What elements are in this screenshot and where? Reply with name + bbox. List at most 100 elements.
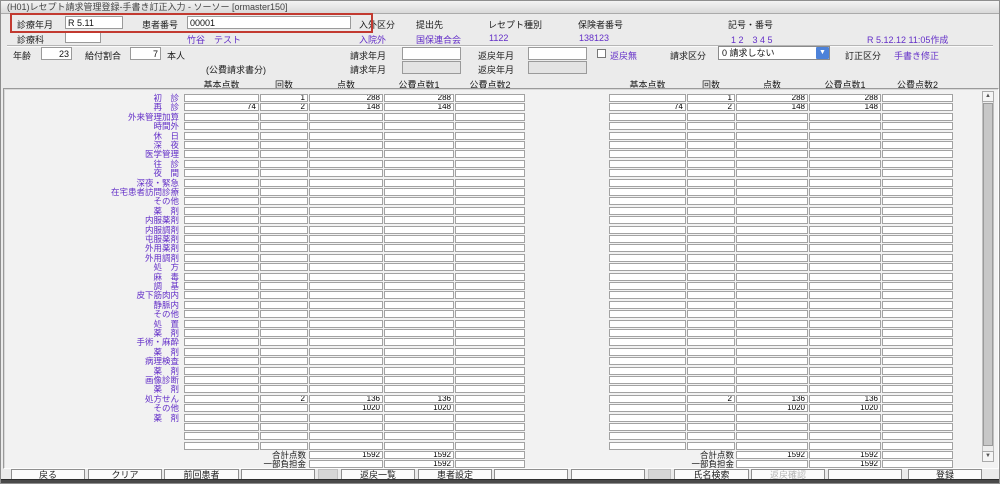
cell-tensu[interactable]	[736, 348, 808, 356]
cell-kihon-tensu[interactable]	[184, 263, 259, 271]
cell-tensu[interactable]	[736, 263, 808, 271]
cell-kihon-tensu[interactable]	[184, 254, 259, 262]
cell-kihon-tensu[interactable]	[609, 282, 686, 290]
cell-tensu[interactable]	[309, 357, 383, 365]
cell-kaisu[interactable]	[687, 357, 735, 365]
cell-kaisu[interactable]	[260, 423, 308, 431]
cell-kihon-tensu[interactable]	[609, 414, 686, 422]
cell-kohi-tensu-2[interactable]	[455, 197, 525, 205]
cell-kaisu[interactable]	[260, 141, 308, 149]
cell-kihon-tensu[interactable]: 74	[184, 103, 259, 111]
cell-kaisu[interactable]	[260, 179, 308, 187]
cell-kohi-tensu-1[interactable]	[809, 442, 881, 450]
cell-tensu[interactable]	[309, 122, 383, 130]
cell-tensu[interactable]	[309, 442, 383, 450]
cell-kohi-tensu-2[interactable]	[882, 442, 953, 450]
cell-kohi-tensu-2[interactable]	[882, 432, 953, 440]
cell-kaisu[interactable]	[687, 273, 735, 281]
cell-kohi-tensu-1[interactable]: 136	[809, 395, 881, 403]
cell-kohi-tensu-2[interactable]	[455, 310, 525, 318]
cell-kihon-tensu[interactable]	[609, 423, 686, 431]
cell-kihon-tensu[interactable]	[609, 395, 686, 403]
cell-tensu[interactable]	[309, 244, 383, 252]
cell-kohi-tensu-2[interactable]	[455, 329, 525, 337]
cell-kihon-tensu[interactable]	[184, 216, 259, 224]
cell-tensu[interactable]	[309, 169, 383, 177]
cell-tensu[interactable]	[736, 329, 808, 337]
cell-kihon-tensu[interactable]	[609, 320, 686, 328]
henrei-nashi-checkbox[interactable]	[597, 49, 606, 58]
cell-kohi-tensu-1[interactable]	[384, 423, 454, 431]
cell-kihon-tensu[interactable]	[184, 226, 259, 234]
cell-kaisu[interactable]	[687, 216, 735, 224]
cell-tensu[interactable]	[309, 188, 383, 196]
cell-kohi-tensu-2[interactable]	[882, 291, 953, 299]
cell-tensu[interactable]	[736, 310, 808, 318]
cell-kohi-tensu-1[interactable]	[809, 348, 881, 356]
cell-tensu[interactable]	[309, 216, 383, 224]
cell-tensu[interactable]	[736, 197, 808, 205]
cell-kihon-tensu[interactable]	[609, 244, 686, 252]
cell-kohi-tensu-1[interactable]	[809, 226, 881, 234]
cell-kohi-tensu-2[interactable]	[455, 282, 525, 290]
cell-kihon-tensu[interactable]	[184, 244, 259, 252]
cell-kihon-tensu[interactable]	[184, 357, 259, 365]
cell-kihon-tensu[interactable]	[184, 423, 259, 431]
cell-kohi-tensu-2[interactable]	[455, 348, 525, 356]
cell-tensu[interactable]	[736, 301, 808, 309]
cell-kohi-tensu-1[interactable]	[809, 329, 881, 337]
cell-kaisu[interactable]	[687, 179, 735, 187]
cell-kohi-tensu-2[interactable]	[882, 414, 953, 422]
cell-kaisu[interactable]	[260, 357, 308, 365]
cell-kohi-tensu-1[interactable]: 288	[384, 94, 454, 102]
cell-kaisu[interactable]	[687, 404, 735, 412]
cell-kohi-tensu-1[interactable]	[384, 263, 454, 271]
cell-kihon-tensu[interactable]	[609, 404, 686, 412]
cell-kohi-tensu-2[interactable]	[882, 254, 953, 262]
cell-kohi-tensu-1[interactable]	[384, 235, 454, 243]
cell-kohi-tensu-2[interactable]	[455, 385, 525, 393]
cell-tensu[interactable]	[309, 432, 383, 440]
cell-kohi-tensu-1[interactable]	[384, 141, 454, 149]
cell-kohi-tensu-1[interactable]	[809, 310, 881, 318]
cell-kohi-tensu-1[interactable]	[384, 301, 454, 309]
cell-kihon-tensu[interactable]	[609, 141, 686, 149]
cell-kohi-tensu-2[interactable]	[882, 338, 953, 346]
cell-kohi-tensu-1[interactable]	[809, 113, 881, 121]
cell-kohi-tensu-1[interactable]	[384, 376, 454, 384]
cell-kaisu[interactable]: 1	[260, 94, 308, 102]
cell-tensu[interactable]	[736, 442, 808, 450]
cell-kohi-tensu-1[interactable]	[384, 348, 454, 356]
cell-kihon-tensu[interactable]	[184, 432, 259, 440]
cell-kaisu[interactable]	[260, 113, 308, 121]
cell-kihon-tensu[interactable]	[609, 197, 686, 205]
cell-kohi-tensu-1[interactable]	[809, 197, 881, 205]
cell-kohi-tensu-2[interactable]	[882, 273, 953, 281]
shinryo-nengetsu-input[interactable]	[65, 16, 123, 29]
cell-kihon-tensu[interactable]	[184, 150, 259, 158]
cell-kihon-tensu[interactable]	[609, 273, 686, 281]
cell-tensu[interactable]	[736, 188, 808, 196]
cell-kohi-tensu-1[interactable]	[809, 385, 881, 393]
cell-kihon-tensu[interactable]	[609, 216, 686, 224]
cell-kihon-tensu[interactable]	[184, 122, 259, 130]
cell-kaisu[interactable]	[687, 291, 735, 299]
cell-kaisu[interactable]	[687, 254, 735, 262]
cell-kohi-tensu-2[interactable]	[882, 160, 953, 168]
cell-kohi-tensu-1[interactable]	[384, 226, 454, 234]
chevron-down-icon[interactable]: ▼	[816, 47, 829, 59]
cell-kaisu[interactable]	[687, 207, 735, 215]
cell-kohi-tensu-1[interactable]	[384, 442, 454, 450]
cell-kohi-tensu-1[interactable]	[384, 273, 454, 281]
cell-kohi-tensu-1[interactable]	[809, 254, 881, 262]
cell-kihon-tensu[interactable]	[184, 141, 259, 149]
cell-kohi-tensu-1[interactable]: 136	[384, 395, 454, 403]
cell-kaisu[interactable]	[687, 141, 735, 149]
cell-tensu[interactable]	[736, 150, 808, 158]
cell-kihon-tensu[interactable]	[609, 357, 686, 365]
cell-kohi-tensu-2[interactable]	[455, 404, 525, 412]
cell-kohi-tensu-1[interactable]	[384, 367, 454, 375]
cell-kohi-tensu-1[interactable]	[809, 216, 881, 224]
cell-kohi-tensu-1[interactable]	[384, 254, 454, 262]
cell-kaisu[interactable]	[687, 113, 735, 121]
